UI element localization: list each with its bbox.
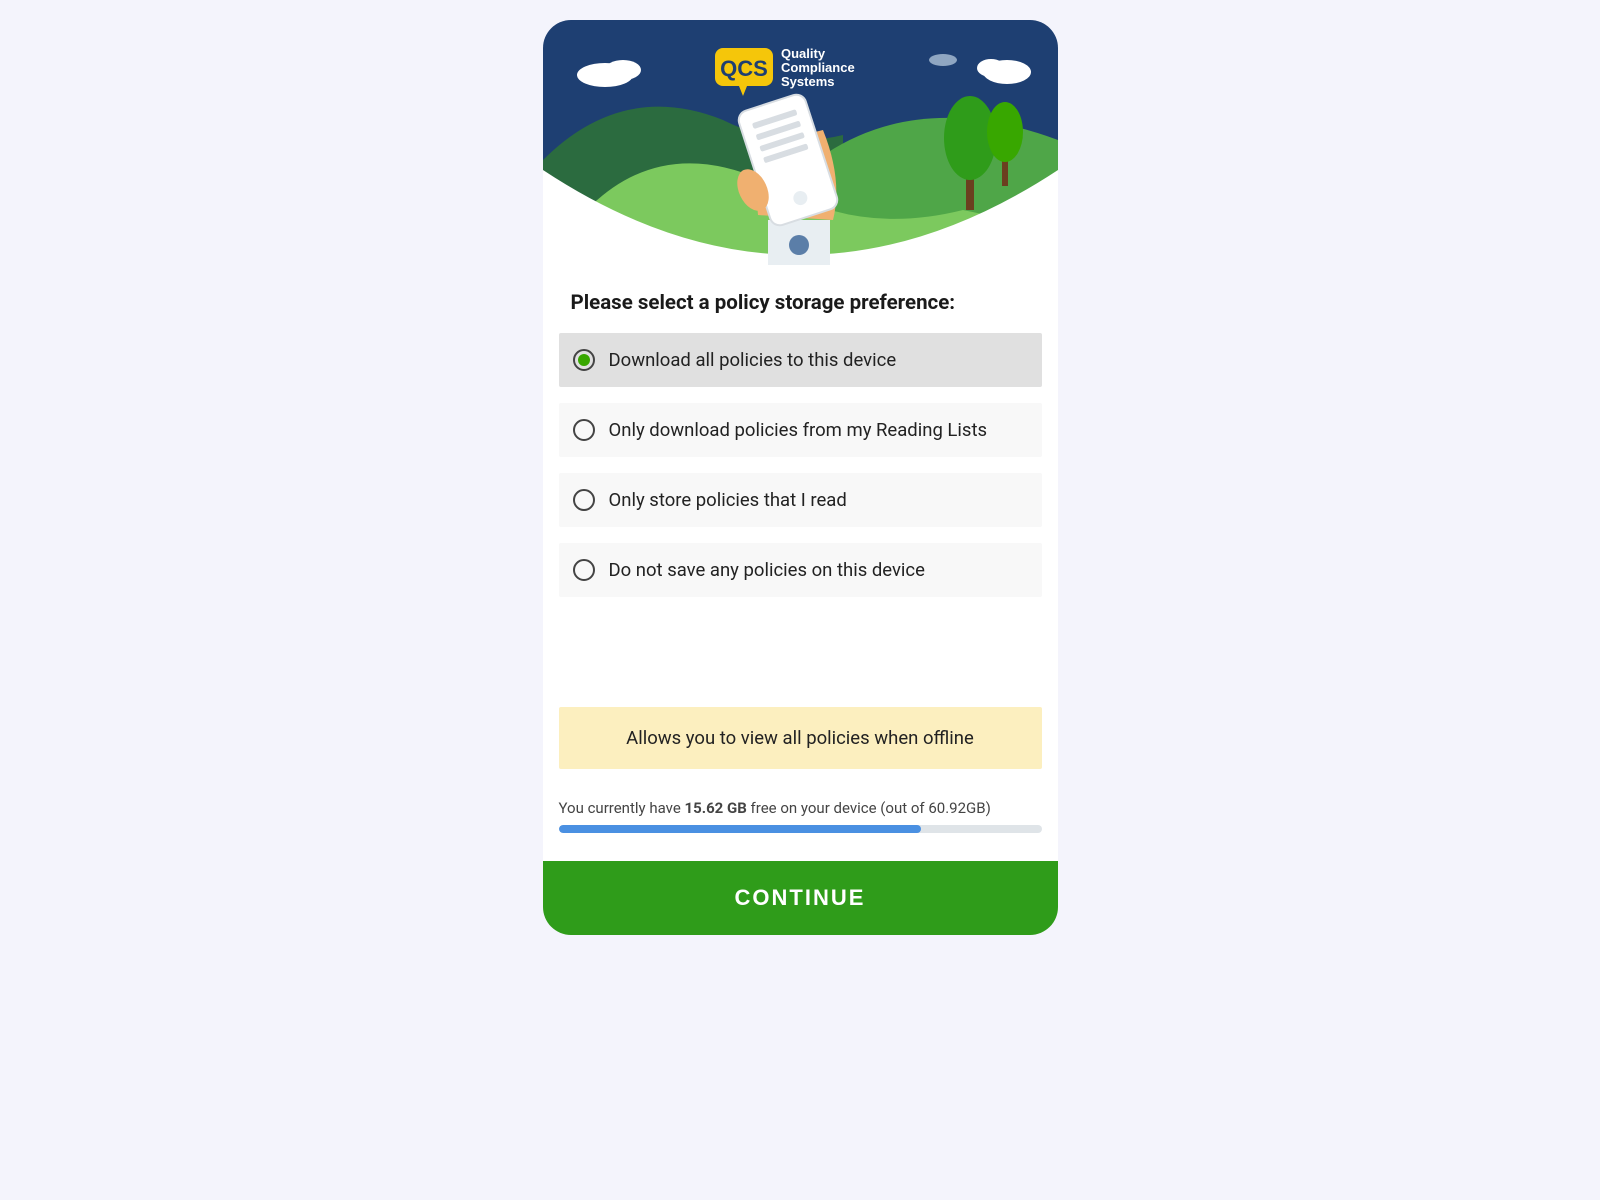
option-label: Only store policies that I read (609, 489, 847, 511)
radio-icon (573, 559, 595, 581)
brand-name-line1: Quality (781, 46, 826, 61)
brand-name-line3: Systems (781, 74, 834, 89)
storage-progress-fill (559, 825, 921, 833)
radio-icon (573, 349, 595, 371)
options-list: Download all policies to this device Onl… (543, 333, 1058, 597)
app-screen: QCS Quality Compliance Systems Please se… (543, 20, 1058, 935)
option-reading-lists[interactable]: Only download policies from my Reading L… (559, 403, 1042, 457)
option-do-not-save[interactable]: Do not save any policies on this device (559, 543, 1042, 597)
option-download-all[interactable]: Download all policies to this device (559, 333, 1042, 387)
storage-free: 15.62 GB (685, 799, 747, 817)
option-store-read[interactable]: Only store policies that I read (559, 473, 1042, 527)
page-heading: Please select a policy storage preferenc… (543, 291, 1058, 333)
brand-badge-text: QCS (720, 56, 768, 81)
storage-text: You currently have 15.62 GB free on your… (559, 799, 1042, 817)
storage-progress (559, 825, 1042, 833)
option-label: Do not save any policies on this device (609, 559, 925, 581)
storage-prefix: You currently have (559, 799, 685, 817)
info-banner: Allows you to view all policies when off… (559, 707, 1042, 769)
storage-middle: free on your device (out of (747, 799, 929, 817)
option-label: Only download policies from my Reading L… (609, 419, 988, 441)
storage-total: 60.92GB (928, 799, 985, 817)
radio-icon (573, 419, 595, 441)
option-label: Download all policies to this device (609, 349, 897, 371)
continue-button[interactable]: CONTINUE (543, 861, 1058, 935)
brand-name-line2: Compliance (781, 60, 855, 75)
radio-icon (573, 489, 595, 511)
storage-suffix: ) (986, 799, 991, 817)
storage-status: You currently have 15.62 GB free on your… (543, 799, 1058, 843)
content-area: Please select a policy storage preferenc… (543, 265, 1058, 935)
hero-illustration: QCS Quality Compliance Systems (543, 20, 1058, 265)
